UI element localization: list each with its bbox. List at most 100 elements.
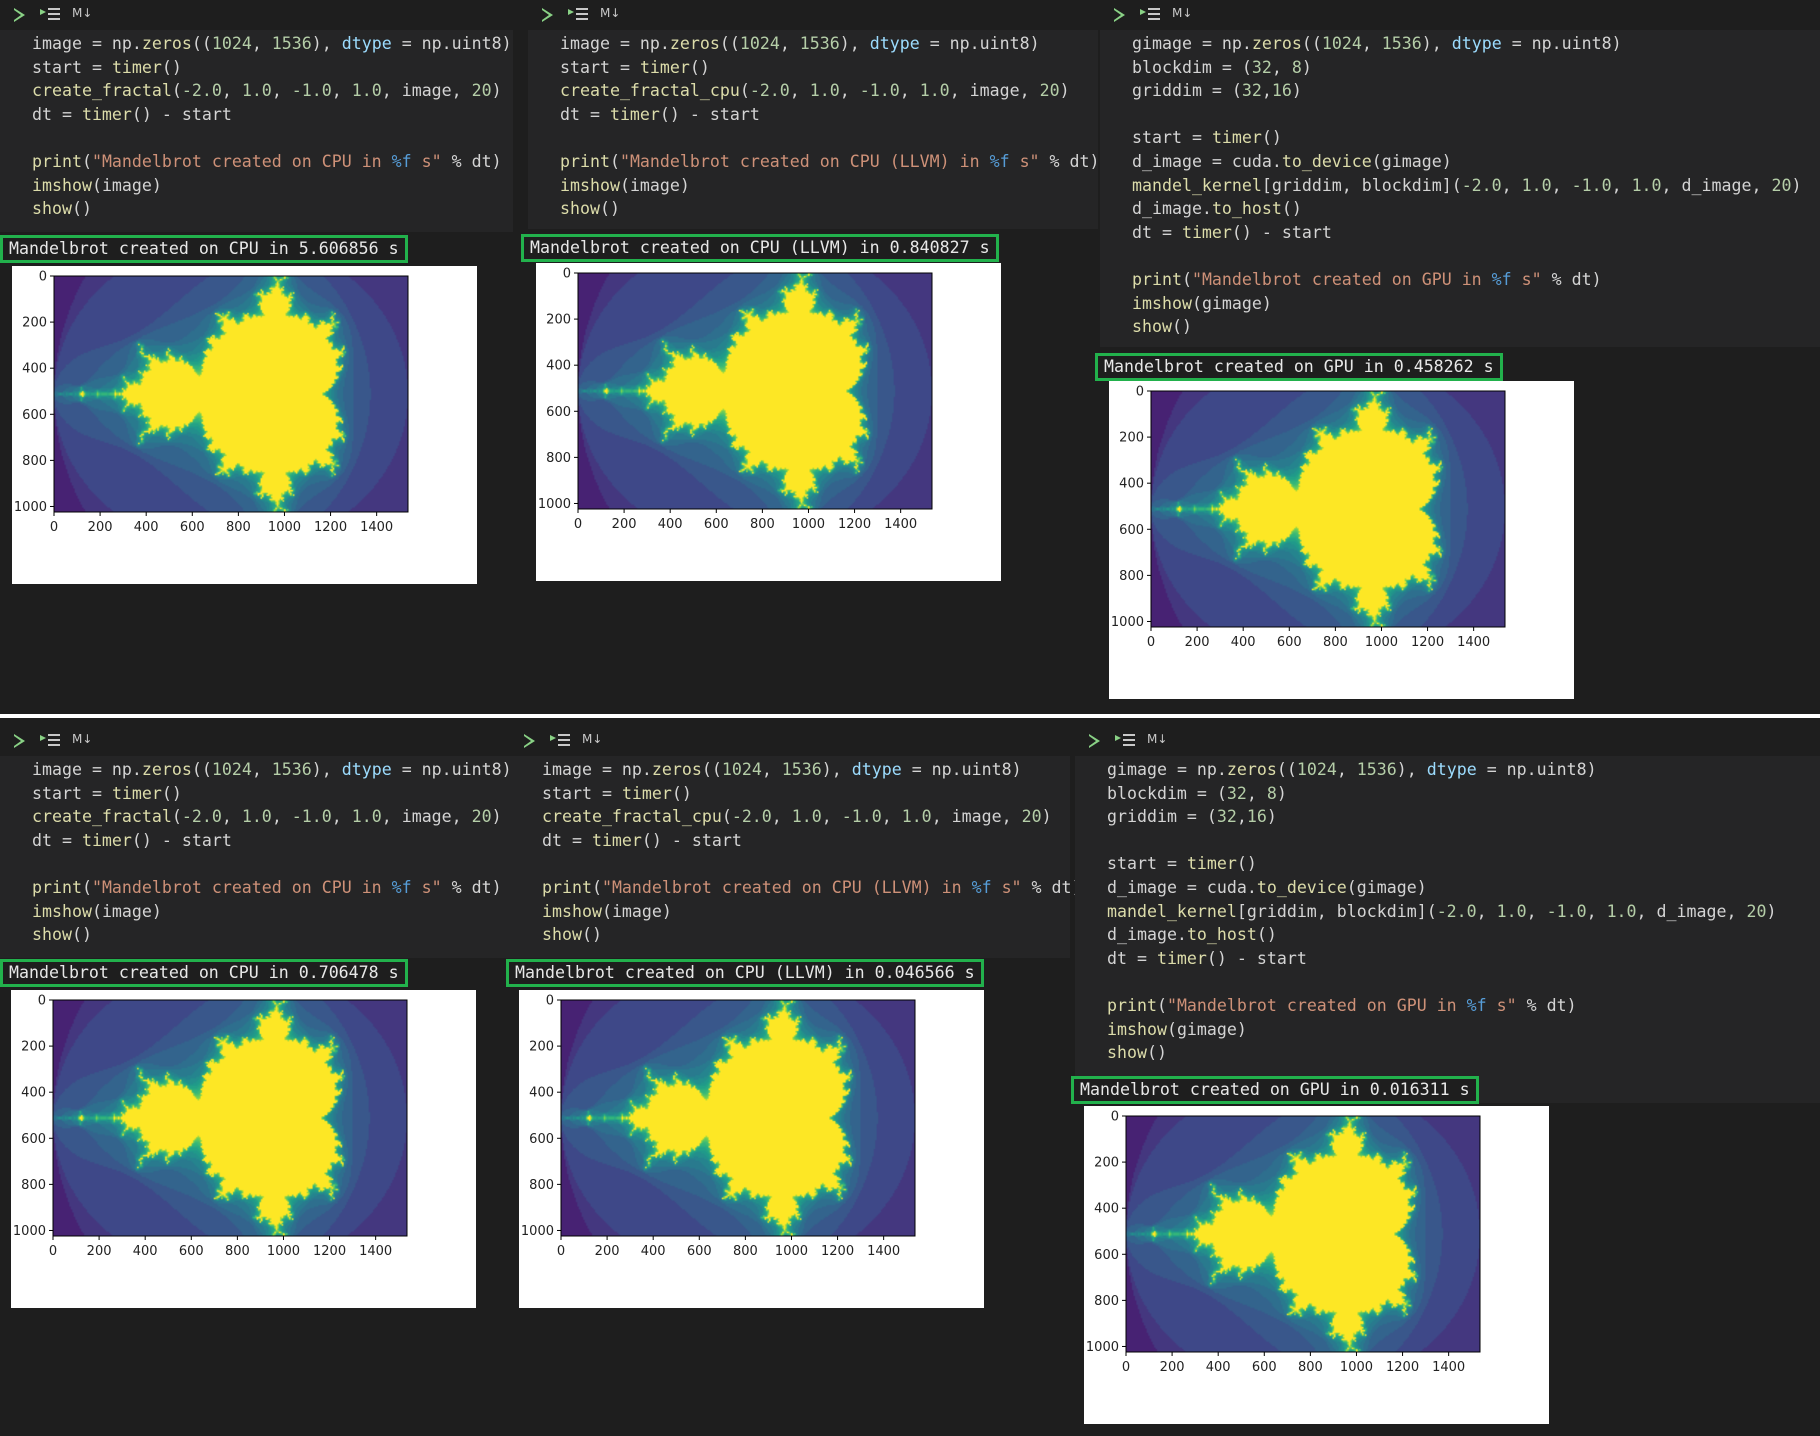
code-token: [griddim, blockdim]( bbox=[1236, 901, 1437, 921]
x-tick-label: 1000 bbox=[267, 1244, 300, 1259]
mandelbrot-plot-llvm: 0 200 400 600 800 1000 1200 1400 0 200 400 600 800 10… bbox=[536, 263, 1001, 581]
code-token: 20 bbox=[1021, 807, 1042, 827]
code-token: 1.0 bbox=[351, 81, 382, 101]
mandelbrot-plot-gpu: 0 200 400 600 800 1000 1200 1400 0 200 400 600 800 10… bbox=[1109, 381, 1574, 699]
code-token: 1024 bbox=[721, 760, 762, 779]
code-token: (( bbox=[191, 760, 212, 779]
notebook-cell-llvm-bottom: M↓ image = np.zeros((1024, 1536), dtype … bbox=[510, 726, 1082, 958]
code-token: image bbox=[560, 34, 610, 53]
execute-above-icon[interactable] bbox=[550, 733, 572, 749]
x-tick-label: 400 bbox=[1231, 635, 1256, 650]
x-tick-label: 1200 bbox=[1411, 635, 1444, 650]
code-token: , bbox=[1336, 760, 1357, 779]
code-line: mandel_kernel[griddim, blockdim](-2.0, 1… bbox=[1132, 174, 1820, 198]
output-timing-cpu: Mandelbrot created on CPU in 5.606856 s bbox=[0, 235, 408, 263]
run-cell-icon[interactable] bbox=[14, 8, 25, 22]
code-line: image = np.zeros((1024, 1536), dtype = n… bbox=[542, 758, 1070, 782]
x-tick-label: 600 bbox=[1252, 1360, 1277, 1375]
run-cell-icon[interactable] bbox=[1089, 734, 1100, 748]
code-token: , bbox=[1551, 175, 1572, 195]
code-token: () bbox=[71, 199, 92, 219]
code-editor[interactable]: gimage = np.zeros((1024, 1536), dtype = … bbox=[1075, 756, 1820, 1103]
x-tick-label: 200 bbox=[1160, 1360, 1185, 1375]
code-token: start = bbox=[1107, 854, 1187, 874]
markdown-button[interactable]: M↓ bbox=[1147, 732, 1167, 746]
code-token: , bbox=[221, 807, 242, 827]
code-line: show() bbox=[1107, 1041, 1820, 1065]
code-line: imshow(gimage) bbox=[1132, 292, 1820, 316]
code-token: dt = bbox=[560, 104, 610, 124]
run-cell-icon[interactable] bbox=[542, 8, 553, 22]
code-token: 1.0 bbox=[919, 81, 950, 101]
code-token: = np.uint8) bbox=[391, 34, 512, 53]
y-tick-label: 600 bbox=[529, 1132, 554, 1147]
execute-above-icon[interactable] bbox=[1115, 733, 1137, 749]
code-editor[interactable]: image = np.zeros((1024, 1536), dtype = n… bbox=[510, 756, 1082, 958]
execute-above-icon[interactable] bbox=[1140, 7, 1162, 23]
code-token: zeros bbox=[651, 760, 702, 779]
code-token: blockdim = ( bbox=[1132, 57, 1252, 77]
y-tick-label: 0 bbox=[38, 994, 46, 1009]
code-token: start = bbox=[32, 57, 112, 77]
markdown-button[interactable]: M↓ bbox=[72, 6, 92, 20]
code-token: 1.0 bbox=[1496, 901, 1527, 921]
code-token: = np. bbox=[591, 760, 652, 779]
code-token: 1024 bbox=[739, 34, 780, 53]
x-tick-label: 1000 bbox=[792, 517, 825, 532]
code-token: , image, bbox=[931, 807, 1022, 827]
markdown-button[interactable]: M↓ bbox=[72, 732, 92, 746]
code-token: () bbox=[689, 57, 710, 77]
markdown-button[interactable]: M↓ bbox=[582, 732, 602, 746]
code-token: 32 bbox=[1251, 57, 1272, 77]
code-token: , bbox=[271, 81, 292, 101]
code-token: zeros bbox=[669, 34, 720, 53]
x-tick-label: 400 bbox=[133, 1244, 158, 1259]
code-editor[interactable]: image = np.zeros((1024, 1536), dtype = n… bbox=[0, 756, 512, 958]
code-token: 1.0 bbox=[241, 807, 272, 827]
code-token: -2.0 bbox=[749, 81, 790, 101]
x-tick-label: 1200 bbox=[821, 1244, 854, 1259]
code-token: s" bbox=[1009, 151, 1040, 171]
code-token: ) bbox=[1059, 81, 1070, 101]
code-line: show() bbox=[560, 197, 1098, 221]
code-token: 1.0 bbox=[901, 807, 932, 827]
code-token: d_image. bbox=[1132, 199, 1212, 219]
code-token: % dt) bbox=[441, 877, 502, 897]
markdown-button[interactable]: M↓ bbox=[1172, 6, 1192, 20]
code-line: show() bbox=[1132, 315, 1820, 339]
x-tick-label: 600 bbox=[180, 520, 205, 535]
code-editor[interactable]: gimage = np.zeros((1024, 1536), dtype = … bbox=[1100, 30, 1820, 347]
markdown-button[interactable]: M↓ bbox=[600, 6, 620, 20]
code-line: image = np.zeros((1024, 1536), dtype = n… bbox=[32, 758, 512, 782]
code-token: ), bbox=[311, 760, 342, 779]
code-token: 8 bbox=[1291, 57, 1302, 77]
code-token: %f bbox=[989, 151, 1010, 171]
run-cell-icon[interactable] bbox=[14, 734, 25, 748]
code-token: ( bbox=[1156, 995, 1167, 1015]
code-line: dt = timer() - start bbox=[32, 829, 512, 853]
code-token: timer bbox=[1181, 222, 1232, 242]
code-token: () bbox=[1146, 1043, 1167, 1063]
execute-above-icon[interactable] bbox=[40, 7, 62, 23]
x-tick-label: 1400 bbox=[1432, 1360, 1465, 1375]
execute-above-icon[interactable] bbox=[40, 733, 62, 749]
y-tick-label: 0 bbox=[1111, 1110, 1119, 1125]
code-token: 1.0 bbox=[1631, 175, 1662, 195]
code-line: start = timer() bbox=[560, 56, 1098, 80]
y-tick-label: 200 bbox=[22, 316, 47, 331]
code-editor[interactable]: image = np.zeros((1024, 1536), dtype = n… bbox=[0, 30, 513, 232]
code-editor[interactable]: image = np.zeros((1024, 1536), dtype = n… bbox=[528, 30, 1100, 229]
code-token: dtype bbox=[1426, 760, 1477, 779]
run-cell-icon[interactable] bbox=[524, 734, 535, 748]
x-tick-label: 400 bbox=[1206, 1360, 1231, 1375]
code-line: dt = timer() - start bbox=[32, 103, 513, 127]
code-token: imshow bbox=[560, 175, 620, 195]
code-token: ) bbox=[1291, 81, 1302, 101]
code-token: , bbox=[1611, 175, 1632, 195]
code-token: , d_image, bbox=[1636, 901, 1747, 921]
execute-above-icon[interactable] bbox=[568, 7, 590, 23]
run-cell-icon[interactable] bbox=[1114, 8, 1125, 22]
